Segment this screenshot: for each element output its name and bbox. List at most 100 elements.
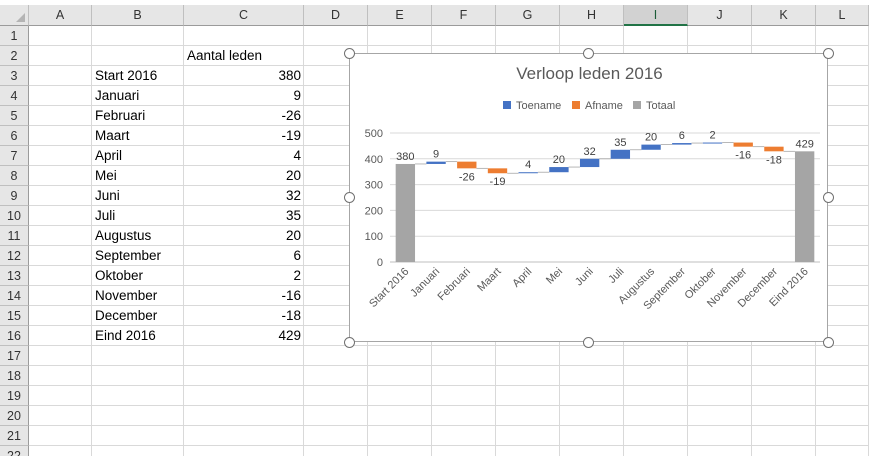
cell-c11-value[interactable]: 20 xyxy=(184,226,304,246)
column-header-b[interactable]: B xyxy=(92,5,184,26)
row-header-12[interactable]: 12 xyxy=(0,246,29,266)
legend-label-totaal[interactable]: Totaal xyxy=(646,100,675,112)
cell-b15-label[interactable]: December xyxy=(92,306,184,326)
row-header-7[interactable]: 7 xyxy=(0,146,29,166)
row-header-21[interactable]: 21 xyxy=(0,426,29,446)
legend-label-afname[interactable]: Afname xyxy=(585,100,623,112)
cell-b12-label[interactable]: September xyxy=(92,246,184,266)
cell-c4-value[interactable]: 9 xyxy=(184,86,304,106)
bar-mei[interactable] xyxy=(549,167,569,173)
chart-resize-handle[interactable] xyxy=(822,47,834,59)
bar-november[interactable] xyxy=(733,142,753,147)
select-all-corner[interactable] xyxy=(0,5,29,26)
row-header-17[interactable]: 17 xyxy=(0,346,29,366)
row-header-15[interactable]: 15 xyxy=(0,306,29,326)
row-header-20[interactable]: 20 xyxy=(0,406,29,426)
row-header-3[interactable]: 3 xyxy=(0,66,29,86)
row-header-18[interactable]: 18 xyxy=(0,366,29,386)
cell-c16-value[interactable]: 429 xyxy=(184,326,304,346)
column-header-a[interactable]: A xyxy=(29,5,92,26)
bar-augustus[interactable] xyxy=(641,144,661,150)
row-header-9[interactable]: 9 xyxy=(0,186,29,206)
chart-resize-handle[interactable] xyxy=(583,336,594,348)
bar-februari[interactable] xyxy=(457,161,477,169)
data-label: 20 xyxy=(645,132,657,144)
select-all-triangle-icon xyxy=(16,13,25,22)
bar-oktober[interactable] xyxy=(702,142,723,144)
chart-resize-handle[interactable] xyxy=(343,336,355,348)
cell-b11-label[interactable]: Augustus xyxy=(92,226,184,246)
column-header-k[interactable]: K xyxy=(752,5,816,26)
x-tick-label: Juli xyxy=(606,266,626,286)
cell-b16-label[interactable]: Eind 2016 xyxy=(92,326,184,346)
row-header-13[interactable]: 13 xyxy=(0,266,29,286)
column-header-g[interactable]: G xyxy=(496,5,560,26)
bar-april[interactable] xyxy=(518,172,538,174)
cell-c8-value[interactable]: 20 xyxy=(184,166,304,186)
cell-c2-header[interactable]: Aantal leden xyxy=(184,46,304,66)
column-header-l[interactable]: L xyxy=(816,5,869,26)
row-header-1[interactable]: 1 xyxy=(0,26,29,46)
cell-c7-value[interactable]: 4 xyxy=(184,146,304,166)
row-header-6[interactable]: 6 xyxy=(0,126,29,146)
row-header-4[interactable]: 4 xyxy=(0,86,29,106)
chart-resize-handle[interactable] xyxy=(343,192,355,203)
row-header-10[interactable]: 10 xyxy=(0,206,29,226)
cell-c5-value[interactable]: -26 xyxy=(184,106,304,126)
bar-september[interactable] xyxy=(672,143,692,145)
x-tick-label: Juni xyxy=(573,266,596,289)
bar-maart[interactable] xyxy=(487,168,508,174)
chart-resize-handle[interactable] xyxy=(343,47,355,59)
chart-resize-handle[interactable] xyxy=(822,192,834,203)
data-label: -16 xyxy=(735,150,751,162)
chart-resize-handle[interactable] xyxy=(822,336,834,348)
cell-c13-value[interactable]: 2 xyxy=(184,266,304,286)
cell-c9-value[interactable]: 32 xyxy=(184,186,304,206)
row-header-16[interactable]: 16 xyxy=(0,326,29,346)
row-header-22[interactable]: 22 xyxy=(0,446,29,456)
cell-c12-value[interactable]: 6 xyxy=(184,246,304,266)
gridline-horizontal xyxy=(29,425,869,426)
column-header-i[interactable]: I xyxy=(624,5,688,26)
legend-label-toename[interactable]: Toename xyxy=(516,100,561,112)
cell-c15-value[interactable]: -18 xyxy=(184,306,304,326)
chart-title[interactable]: Verloop leden 2016 xyxy=(516,64,663,83)
cell-b10-label[interactable]: Juli xyxy=(92,206,184,226)
cell-b9-label[interactable]: Juni xyxy=(92,186,184,206)
column-header-c[interactable]: C xyxy=(184,5,304,26)
gridline-horizontal xyxy=(29,365,869,366)
column-header-e[interactable]: E xyxy=(368,5,432,26)
cell-b6-label[interactable]: Maart xyxy=(92,126,184,146)
row-header-8[interactable]: 8 xyxy=(0,166,29,186)
cell-c3-value[interactable]: 380 xyxy=(184,66,304,86)
bar-start-2016[interactable] xyxy=(395,163,416,262)
cell-c14-value[interactable]: -16 xyxy=(184,286,304,306)
row-header-5[interactable]: 5 xyxy=(0,106,29,126)
bar-december[interactable] xyxy=(764,146,784,152)
waterfall-chart[interactable]: Verloop leden 2016 Toename Afname Totaal 0 10… xyxy=(349,53,828,342)
column-header-f[interactable]: F xyxy=(432,5,496,26)
row-header-14[interactable]: 14 xyxy=(0,286,29,306)
cell-c6-value[interactable]: -19 xyxy=(184,126,304,146)
row-header-11[interactable]: 11 xyxy=(0,226,29,246)
bar-januari[interactable] xyxy=(426,161,446,164)
chart-resize-handle[interactable] xyxy=(583,47,594,59)
bar-juni[interactable] xyxy=(579,158,600,168)
cell-b14-label[interactable]: November xyxy=(92,286,184,306)
row-header-2[interactable]: 2 xyxy=(0,46,29,66)
bar-eind-2016[interactable] xyxy=(794,151,815,262)
data-label: 20 xyxy=(553,154,565,166)
cell-b13-label[interactable]: Oktober xyxy=(92,266,184,286)
cell-b3-label[interactable]: Start 2016 xyxy=(92,66,184,86)
column-header-d[interactable]: D xyxy=(304,5,368,26)
column-header-h[interactable]: H xyxy=(560,5,624,26)
cell-b7-label[interactable]: April xyxy=(92,146,184,166)
cell-b5-label[interactable]: Februari xyxy=(92,106,184,126)
row-header-19[interactable]: 19 xyxy=(0,386,29,406)
bar-juli[interactable] xyxy=(610,149,631,159)
x-tick-label: April xyxy=(510,266,534,290)
column-header-j[interactable]: J xyxy=(688,5,752,26)
cell-b4-label[interactable]: Januari xyxy=(92,86,184,106)
cell-b8-label[interactable]: Mei xyxy=(92,166,184,186)
cell-c10-value[interactable]: 35 xyxy=(184,206,304,226)
